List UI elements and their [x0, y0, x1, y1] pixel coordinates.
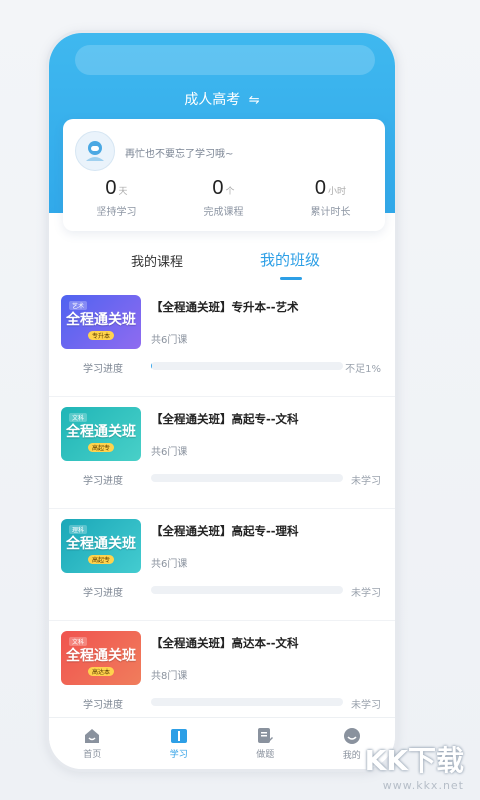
- progress-label: 学习进度: [83, 476, 123, 487]
- stat-completed-courses: 0个 完成课程: [170, 177, 277, 218]
- course-thumbnail[interactable]: 理科 全程通关班 高起专: [61, 519, 141, 573]
- thumb-title: 全程通关班: [66, 311, 136, 328]
- stat-study-days: 0天 坚持学习: [63, 177, 170, 218]
- stat-value: 0: [212, 177, 224, 199]
- motivation-tip: 再忙也不要忘了学习哦~: [125, 149, 234, 160]
- tabbar-label: 首页: [83, 749, 102, 760]
- tabbar-label: 我的: [342, 750, 361, 761]
- stat-label: 累计时长: [310, 207, 351, 218]
- course-title[interactable]: 【全程通关班】高起专--理科: [151, 523, 299, 539]
- progress-status: 未学习: [351, 476, 381, 487]
- user-face-icon: [343, 727, 360, 744]
- progress-bar: [151, 586, 343, 594]
- thumb-title: 全程通关班: [66, 647, 136, 664]
- thumb-level: 高起专: [87, 554, 114, 564]
- course-list: 艺术 全程通关班 专升本 【全程通关班】专升本--艺术 共6门课 学习进度 不足…: [49, 285, 395, 733]
- course-tabs: 我的课程 我的班级: [49, 245, 395, 285]
- book-icon: [170, 728, 187, 743]
- thumb-level: 专升本: [87, 330, 114, 340]
- tabbar-item-study[interactable]: 学习: [136, 718, 223, 769]
- tab-my-classes[interactable]: 我的班级: [260, 249, 320, 270]
- progress-label: 学习进度: [83, 700, 123, 711]
- edit-icon: [258, 728, 274, 743]
- stat-unit: 个: [225, 187, 235, 197]
- course-count: 共6门课: [151, 335, 188, 346]
- course-title[interactable]: 【全程通关班】专升本--艺术: [151, 299, 299, 315]
- course-title[interactable]: 【全程通关班】高起专--文科: [151, 411, 299, 427]
- watermark: KK下载 www.kkx.net: [365, 739, 464, 792]
- status-bar: [75, 45, 375, 75]
- home-icon: [85, 728, 100, 743]
- tabbar-item-practice[interactable]: 做题: [222, 718, 309, 769]
- avatar[interactable]: [75, 131, 115, 171]
- progress-label: 学习进度: [83, 364, 123, 375]
- tabbar-label: 做题: [256, 750, 275, 760]
- thumb-tag: 文科: [69, 413, 88, 422]
- course-item[interactable]: 艺术 全程通关班 专升本 【全程通关班】专升本--艺术 共6门课 学习进度 不足…: [49, 285, 395, 397]
- progress-label: 学习进度: [83, 588, 123, 599]
- thumb-tag: 艺术: [69, 301, 88, 310]
- course-count: 共8门课: [151, 671, 188, 682]
- thumb-title: 全程通关班: [66, 423, 136, 440]
- stat-total-hours: 0 小时 累计时长: [277, 177, 384, 218]
- progress-bar: [151, 698, 343, 706]
- progress-fill: [151, 362, 152, 370]
- progress-bar: [151, 362, 343, 370]
- course-count: 共6门课: [151, 447, 188, 458]
- stat-unit: 天: [118, 187, 128, 197]
- thumb-title: 全程通关班: [66, 535, 136, 552]
- progress-status: 未学习: [351, 700, 381, 711]
- stats-card: 再忙也不要忘了学习哦~ 0天 坚持学习 0个 完成课程 0 小时 累计时长: [63, 119, 385, 231]
- progress-bar: [151, 474, 343, 482]
- swap-icon[interactable]: ⇋: [249, 93, 260, 108]
- exam-type-title[interactable]: 成人高考: [184, 92, 240, 108]
- progress-status: 不足1%: [345, 364, 381, 375]
- stat-label: 完成课程: [203, 207, 244, 218]
- watermark-url: www.kkx.net: [382, 779, 464, 792]
- progress-status: 未学习: [351, 588, 381, 599]
- active-tab-indicator: [280, 277, 302, 280]
- thumb-level: 高达本: [87, 666, 114, 676]
- thumb-tag: 文科: [69, 637, 88, 646]
- stat-unit: 小时: [328, 187, 347, 197]
- tab-my-courses[interactable]: 我的课程: [131, 251, 183, 270]
- tabbar-label: 学习: [169, 749, 188, 760]
- phone-frame: 成人高考 ⇋ 再忙也不要忘了学习哦~ 0天 坚持学习 0个 完成课程 0 小时 累…: [46, 30, 398, 772]
- avatar-icon: [86, 141, 104, 161]
- course-title[interactable]: 【全程通关班】高达本--文科: [151, 635, 299, 651]
- stat-label: 坚持学习: [96, 207, 137, 218]
- course-thumbnail[interactable]: 艺术 全程通关班 专升本: [61, 295, 141, 349]
- bottom-tab-bar: 首页 学习 做题 我的: [49, 717, 395, 769]
- course-thumbnail[interactable]: 文科 全程通关班 高达本: [61, 631, 141, 685]
- stat-value: 0: [105, 177, 117, 199]
- course-item[interactable]: 文科 全程通关班 高起专 【全程通关班】高起专--文科 共6门课 学习进度 未学…: [49, 397, 395, 509]
- course-thumbnail[interactable]: 文科 全程通关班 高起专: [61, 407, 141, 461]
- course-count: 共6门课: [151, 559, 188, 570]
- tabbar-item-home[interactable]: 首页: [49, 718, 136, 769]
- thumb-level: 高起专: [87, 442, 114, 452]
- page-title[interactable]: 成人高考 ⇋: [49, 89, 395, 109]
- thumb-tag: 理科: [69, 525, 88, 534]
- stat-value: 0: [314, 177, 327, 199]
- watermark-logo: KK下载: [364, 744, 464, 777]
- course-item[interactable]: 理科 全程通关班 高起专 【全程通关班】高起专--理科 共6门课 学习进度 未学…: [49, 509, 395, 621]
